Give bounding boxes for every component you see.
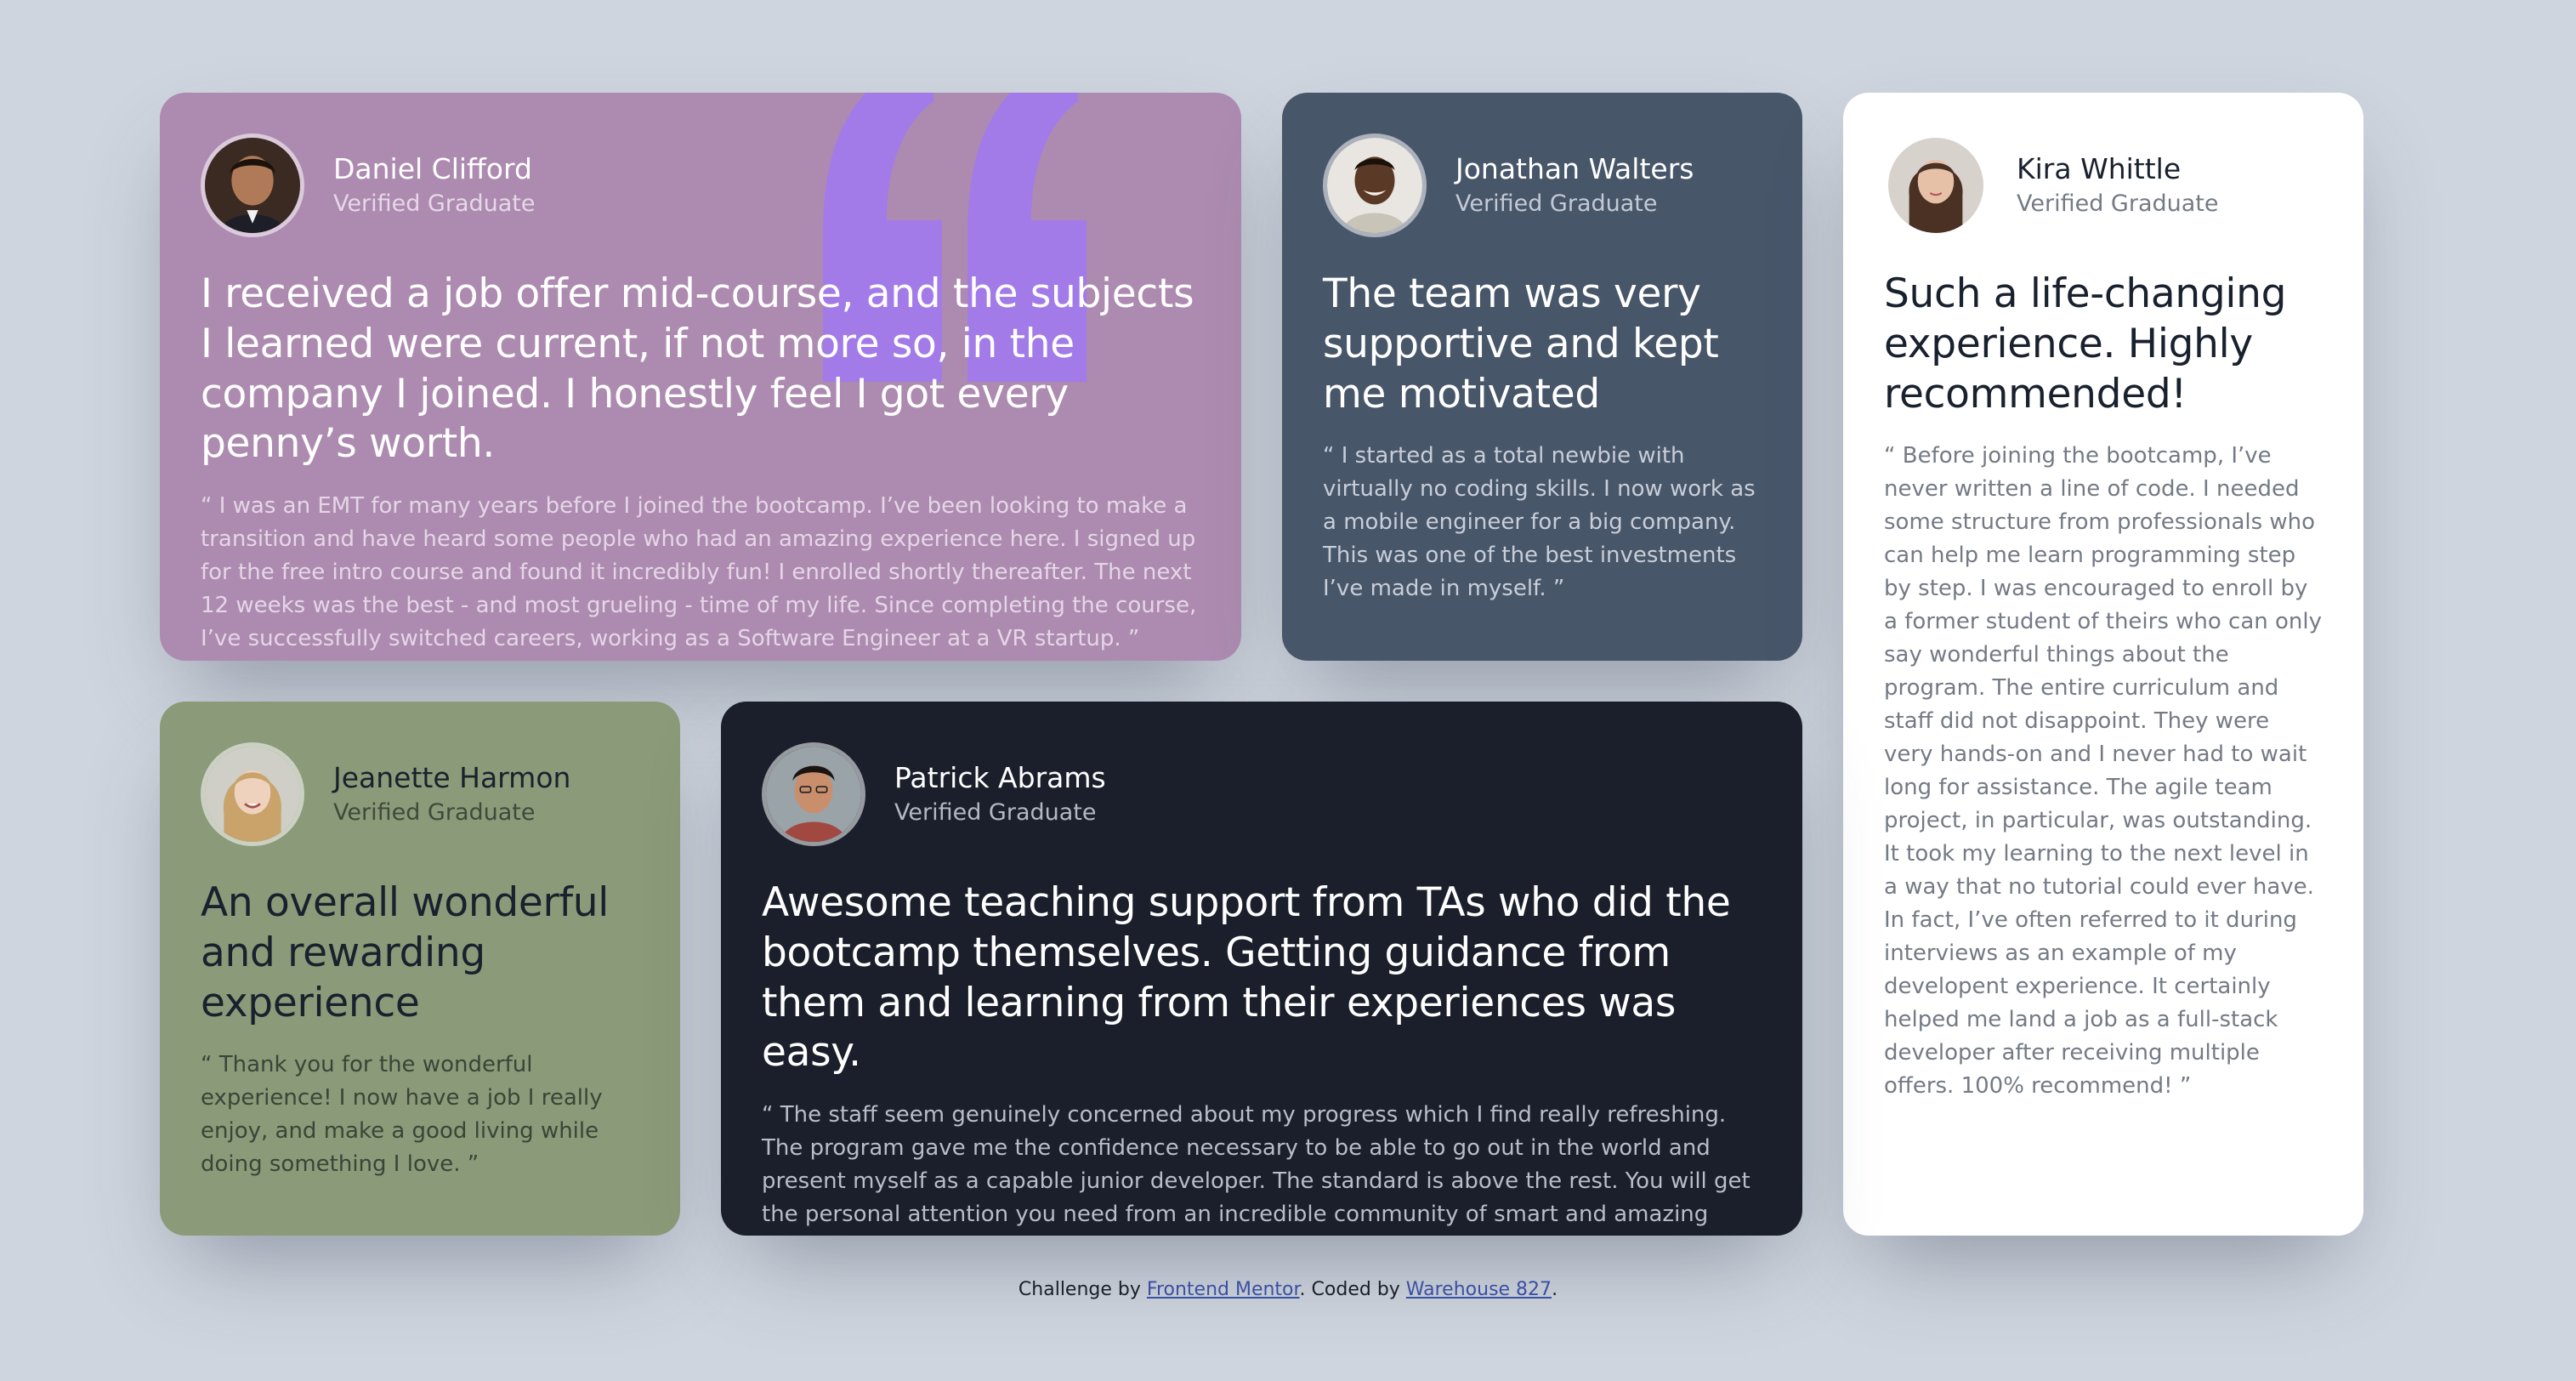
author-role: Verified Graduate — [894, 799, 1097, 827]
author-name: Daniel Clifford — [333, 151, 532, 185]
attribution-prefix: Challenge by — [1018, 1279, 1147, 1300]
attribution-middle: . Coded by — [1299, 1279, 1406, 1300]
testimonial-card-patrick-abrams: Patrick Abrams Verified Graduate Awesome… — [721, 702, 1802, 1236]
avatar-jonathan-walters-icon — [1327, 138, 1422, 233]
author-name: Kira Whittle — [2017, 151, 2182, 185]
testimonial-body: “ I was an EMT for many years before I j… — [201, 493, 1197, 651]
avatar — [201, 742, 304, 846]
avatar — [201, 134, 304, 237]
author-role: Verified Graduate — [333, 190, 536, 218]
frontend-mentor-link[interactable]: Frontend Mentor — [1147, 1279, 1300, 1300]
testimonial-card-jeanette-harmon: Jeanette Harmon Verified Graduate An ove… — [160, 702, 680, 1236]
author-name: Patrick Abrams — [894, 760, 1106, 794]
author-link[interactable]: Warehouse 827 — [1406, 1279, 1552, 1300]
testimonial-card-jonathan-walters: Jonathan Walters Verified Graduate The t… — [1282, 93, 1802, 661]
author-name: Jeanette Harmon — [333, 760, 571, 794]
testimonial-headline: The team was very supportive and kept me… — [1323, 270, 1719, 418]
testimonial-body: “ The staff seem genuinely concerned abo… — [762, 1102, 1750, 1236]
testimonial-headline: Such a life-changing experience. Highly … — [1884, 270, 2287, 418]
testimonial-headline: Awesome teaching support from TAs who di… — [762, 879, 1731, 1077]
attribution-suffix: . — [1552, 1279, 1558, 1300]
avatar — [1323, 134, 1427, 237]
avatar-jeanette-harmon-icon — [205, 747, 300, 842]
testimonial-headline: I received a job offer mid-course, and t… — [201, 270, 1194, 468]
avatar — [1884, 134, 1988, 237]
avatar-patrick-abrams-icon — [766, 747, 861, 842]
author-role: Verified Graduate — [2017, 190, 2219, 218]
testimonial-card-daniel-clifford: Daniel Clifford Verified Graduate I rece… — [160, 93, 1241, 661]
avatar-daniel-clifford-icon — [205, 138, 300, 233]
author-role: Verified Graduate — [1455, 190, 1658, 218]
testimonial-body: “ I started as a total newbie with virtu… — [1323, 443, 1756, 602]
attribution: Challenge by Frontend Mentor. Coded by W… — [0, 1279, 2576, 1300]
testimonial-body: “ Before joining the bootcamp, I’ve neve… — [1884, 443, 2323, 1100]
author-role: Verified Graduate — [333, 799, 536, 827]
testimonial-body: “ Thank you for the wonderful experience… — [201, 1052, 603, 1178]
testimonial-card-kira-whittle: Kira Whittle Verified Graduate Such a li… — [1843, 93, 2363, 1236]
author-name: Jonathan Walters — [1455, 151, 1694, 185]
avatar — [762, 742, 865, 846]
testimonial-headline: An overall wonderful and rewarding exper… — [201, 879, 609, 1026]
avatar-kira-whittle-icon — [1888, 138, 1983, 233]
